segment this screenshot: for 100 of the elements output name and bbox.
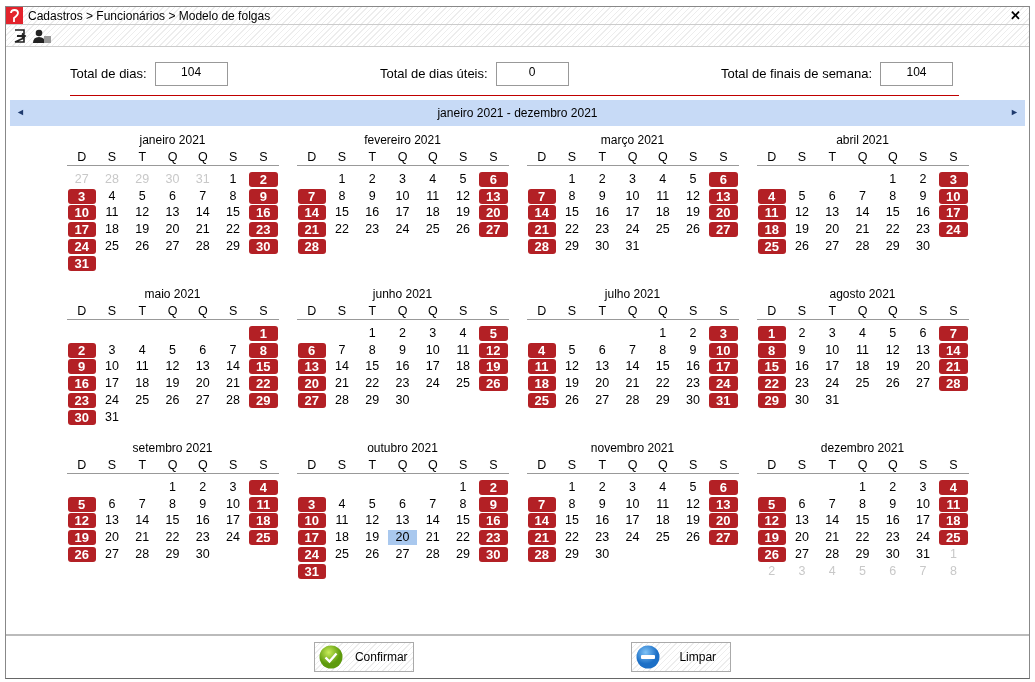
day-cell[interactable]: 7 [618, 342, 647, 358]
day-cell[interactable]: 6 [297, 342, 326, 358]
day-cell[interactable]: 28 [218, 393, 248, 409]
day-cell[interactable]: 21 [848, 222, 877, 238]
day-cell[interactable]: 9 [388, 342, 417, 358]
day-cell[interactable]: 25 [648, 222, 677, 238]
day-cell[interactable]: 13 [818, 205, 847, 221]
day-cell[interactable]: 5 [557, 342, 587, 358]
day-cell[interactable]: 11 [757, 205, 786, 221]
day-cell[interactable]: 2 [678, 325, 708, 341]
day-cell[interactable]: 19 [158, 376, 187, 392]
day-cell[interactable]: 10 [97, 359, 127, 375]
day-cell[interactable]: 8 [648, 342, 677, 358]
day-cell[interactable]: 16 [188, 513, 217, 529]
day-cell[interactable]: 5 [448, 171, 478, 187]
day-cell[interactable]: 10 [618, 188, 647, 204]
day-cell[interactable]: 19 [787, 222, 817, 238]
day-cell[interactable]: 21 [527, 222, 556, 238]
day-cell[interactable]: 20 [388, 530, 417, 546]
day-cell[interactable]: 12 [158, 359, 187, 375]
day-cell[interactable]: 14 [939, 342, 968, 358]
day-cell[interactable]: 1 [648, 325, 677, 341]
day-cell[interactable]: 4 [939, 479, 968, 495]
day-cell[interactable]: 2 [67, 342, 96, 358]
day-cell[interactable]: 14 [527, 513, 556, 529]
day-cell[interactable]: 29 [848, 547, 877, 563]
day-cell[interactable]: 19 [67, 530, 96, 546]
day-cell[interactable]: 24 [618, 222, 647, 238]
day-cell[interactable]: 31 [97, 409, 127, 425]
day-cell[interactable]: 11 [97, 205, 127, 221]
day-cell[interactable]: 30 [67, 409, 96, 425]
day-cell[interactable]: 24 [709, 376, 738, 392]
day-cell[interactable]: 27 [709, 530, 738, 546]
day-cell[interactable]: 11 [939, 496, 968, 512]
day-cell[interactable]: 4 [757, 188, 786, 204]
day-cell[interactable]: 19 [757, 530, 786, 546]
day-cell[interactable]: 26 [878, 376, 907, 392]
day-cell[interactable]: 9 [479, 496, 508, 512]
day-cell[interactable]: 2 [388, 325, 417, 341]
day-cell[interactable]: 29 [757, 393, 786, 409]
day-cell[interactable]: 15 [448, 513, 478, 529]
day-cell[interactable]: 8 [158, 496, 187, 512]
day-cell[interactable]: 18 [418, 205, 447, 221]
day-cell[interactable]: 27 [818, 239, 847, 255]
day-cell[interactable]: 22 [557, 222, 587, 238]
day-cell[interactable]: 2 [588, 479, 617, 495]
day-cell[interactable]: 20 [188, 376, 217, 392]
day-cell[interactable]: 29 [878, 239, 907, 255]
day-cell[interactable]: 5 [158, 342, 187, 358]
day-cell[interactable]: 7 [327, 342, 357, 358]
day-cell[interactable]: 6 [158, 188, 187, 204]
day-cell[interactable]: 2 [787, 325, 817, 341]
day-cell[interactable]: 19 [678, 513, 708, 529]
day-cell[interactable]: 27 [787, 547, 817, 563]
day-cell[interactable]: 3 [67, 188, 96, 204]
day-cell[interactable]: 22 [327, 222, 357, 238]
day-cell[interactable]: 4 [848, 325, 877, 341]
day-cell[interactable]: 18 [757, 222, 786, 238]
day-cell[interactable]: 26 [678, 222, 708, 238]
day-cell[interactable]: 3 [618, 171, 647, 187]
day-cell[interactable]: 11 [448, 342, 478, 358]
day-cell[interactable]: 24 [818, 376, 847, 392]
day-cell[interactable]: 17 [297, 530, 326, 546]
day-cell[interactable]: 24 [97, 393, 127, 409]
day-cell[interactable]: 24 [67, 239, 96, 255]
day-cell[interactable]: 8 [358, 342, 387, 358]
day-cell[interactable]: 12 [358, 513, 387, 529]
day-cell[interactable]: 5 [358, 496, 387, 512]
day-cell[interactable]: 4 [648, 171, 677, 187]
day-cell[interactable]: 23 [67, 393, 96, 409]
day-cell[interactable]: 2 [249, 171, 278, 187]
day-cell[interactable]: 28 [128, 547, 157, 563]
day-cell[interactable]: 27 [188, 393, 217, 409]
day-cell[interactable]: 27 [588, 393, 617, 409]
day-cell[interactable]: 26 [479, 376, 508, 392]
day-cell[interactable]: 20 [97, 530, 127, 546]
day-cell[interactable]: 17 [418, 359, 447, 375]
day-cell[interactable]: 23 [249, 222, 278, 238]
day-cell[interactable]: 14 [128, 513, 157, 529]
day-cell[interactable]: 16 [678, 359, 708, 375]
day-cell[interactable]: 23 [588, 222, 617, 238]
day-cell[interactable]: 6 [188, 342, 217, 358]
day-cell[interactable]: 30 [678, 393, 708, 409]
previous-button[interactable]: ◄ [16, 106, 25, 120]
day-cell[interactable]: 27 [297, 393, 326, 409]
day-cell[interactable]: 12 [878, 342, 907, 358]
day-cell[interactable]: 8 [557, 188, 587, 204]
day-cell[interactable]: 30 [249, 239, 278, 255]
day-cell[interactable]: 29 [648, 393, 677, 409]
day-cell[interactable]: 7 [418, 496, 447, 512]
day-cell[interactable]: 12 [448, 188, 478, 204]
day-cell[interactable]: 20 [709, 513, 738, 529]
day-cell[interactable]: 6 [787, 496, 817, 512]
day-cell[interactable]: 3 [618, 479, 647, 495]
day-cell[interactable]: 7 [527, 188, 556, 204]
day-cell[interactable]: 21 [188, 222, 217, 238]
day-cell[interactable]: 3 [709, 325, 738, 341]
day-cell[interactable]: 24 [297, 547, 326, 563]
day-cell[interactable]: 2 [588, 171, 617, 187]
day-cell[interactable]: 29 [557, 239, 587, 255]
